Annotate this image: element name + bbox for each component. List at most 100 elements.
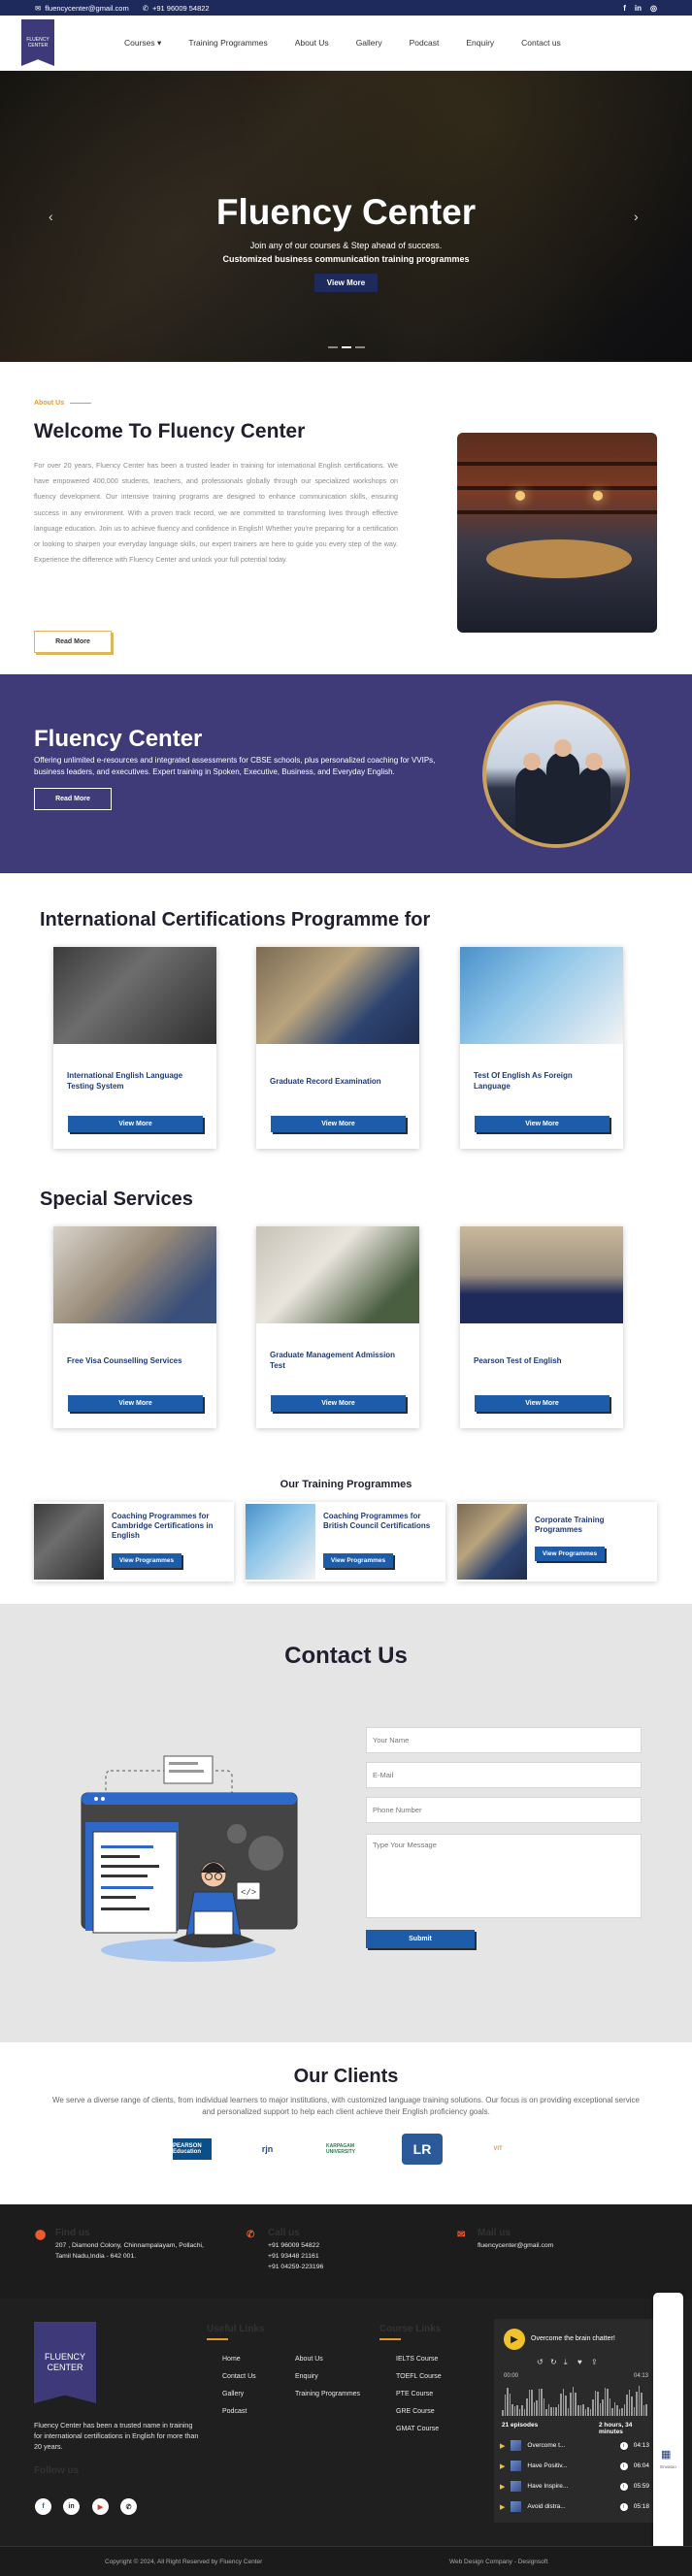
waveform[interactable] xyxy=(502,2385,647,2416)
episode-item[interactable]: ▶ Overcome t... i 04:13 xyxy=(500,2437,649,2454)
view-more-button[interactable]: View More xyxy=(271,1116,406,1132)
footer-link-podcast[interactable]: Podcast xyxy=(222,2408,247,2415)
waveform-bar xyxy=(641,2393,643,2416)
view-more-button[interactable]: View More xyxy=(68,1395,203,1412)
facebook-icon[interactable]: f xyxy=(623,4,626,13)
linkedin-icon[interactable]: in xyxy=(635,4,642,13)
info-icon[interactable]: i xyxy=(619,2482,628,2491)
chevron-left-icon[interactable]: ‹ xyxy=(49,209,53,224)
footer-link-ielts[interactable]: IELTS Course xyxy=(396,2356,438,2363)
facebook-icon[interactable]: f xyxy=(35,2498,51,2515)
play-icon[interactable]: ▶ xyxy=(504,2329,525,2350)
library-image xyxy=(457,433,657,633)
waveform-bar xyxy=(582,2403,584,2416)
call-us-phone3[interactable]: +91 04259-223196 xyxy=(268,2262,323,2272)
nav-item-training[interactable]: Training Programmes xyxy=(188,38,267,49)
carousel-dot[interactable] xyxy=(355,346,365,348)
view-programmes-button[interactable]: View Programmes xyxy=(323,1553,393,1568)
footer-link-gre[interactable]: GRE Course xyxy=(396,2408,435,2415)
view-more-button[interactable]: View More xyxy=(68,1116,203,1132)
band-read-more-button[interactable]: Read More xyxy=(34,788,112,810)
footer-link-toefl[interactable]: TOEFL Course xyxy=(396,2373,442,2380)
carousel-dot[interactable] xyxy=(328,346,338,348)
email-input[interactable] xyxy=(366,1762,642,1788)
episode-name: Have Positiv... xyxy=(527,2462,568,2469)
podcast-player: ▶ Overcome the brain chatter! ↺ ↻ ⤓ ♥ ⇪ … xyxy=(494,2319,655,2523)
waveform-bar xyxy=(567,2408,570,2416)
view-programmes-button[interactable]: View Programmes xyxy=(112,1553,181,1568)
rewind-icon[interactable]: ↺ xyxy=(537,2358,544,2366)
british-council-image xyxy=(246,1504,315,1580)
whatsapp-icon[interactable]: ✆ xyxy=(120,2498,137,2515)
forward-icon[interactable]: ↻ xyxy=(550,2358,557,2366)
nav-item-courses[interactable]: Courses ▾ xyxy=(124,38,161,49)
waveform-bar xyxy=(572,2386,575,2416)
play-icon: ▶ xyxy=(500,2503,506,2511)
info-icon[interactable]: i xyxy=(619,2441,628,2450)
episode-item[interactable]: ▶ Have Inspire... i 05:59 xyxy=(500,2478,649,2494)
view-more-button[interactable]: View More xyxy=(475,1116,610,1132)
share-icon[interactable]: ⇪ xyxy=(591,2358,598,2366)
footer-link-home[interactable]: Home xyxy=(222,2356,241,2363)
footer-link-enquiry[interactable]: Enquiry xyxy=(295,2373,318,2380)
phone-input[interactable] xyxy=(366,1797,642,1823)
waveform-bar xyxy=(513,2406,516,2416)
call-us-phone2[interactable]: +91 93448 21161 xyxy=(268,2251,323,2262)
linkedin-icon[interactable]: in xyxy=(63,2498,80,2515)
episode-item[interactable]: ▶ Have Positiv... i 06:04 xyxy=(500,2458,649,2474)
instagram-icon[interactable]: ◎ xyxy=(650,4,657,13)
carousel-dot-active[interactable] xyxy=(342,346,351,348)
logo[interactable]: FLUENCY CENTER xyxy=(21,19,54,66)
episode-item[interactable]: ▶ Avoid distra... i 05:18 xyxy=(500,2498,649,2515)
footer-link-training[interactable]: Training Programmes xyxy=(295,2391,360,2397)
waveform-bar xyxy=(643,2405,645,2416)
top-email[interactable]: ✉ fluencycenter@gmail.com xyxy=(35,4,129,13)
corporate-image xyxy=(457,1504,527,1580)
footer-link-gallery[interactable]: Gallery xyxy=(222,2391,244,2397)
rjn-logo: rjn xyxy=(261,2144,274,2154)
pte-image xyxy=(460,1226,623,1323)
waveform-bar xyxy=(504,2394,507,2416)
view-programmes-button[interactable]: View Programmes xyxy=(535,1547,605,1561)
about-read-more-button[interactable]: Read More xyxy=(34,631,112,653)
footer-link-gmat[interactable]: GMAT Course xyxy=(396,2426,439,2432)
footer-logo[interactable]: FLUENCY CENTER xyxy=(34,2322,96,2403)
caret-down-icon: ▾ xyxy=(157,37,162,48)
nav-item-contact[interactable]: Contact us xyxy=(521,38,561,49)
nav-item-podcast[interactable]: Podcast xyxy=(410,38,440,49)
footer-link-about[interactable]: About Us xyxy=(295,2356,323,2363)
waveform-bar xyxy=(550,2406,552,2416)
top-social: f in ◎ xyxy=(623,4,657,13)
like-icon[interactable]: ♥ xyxy=(577,2358,582,2366)
toefl-image xyxy=(460,947,623,1044)
mail-icon: ✉ xyxy=(35,3,42,13)
message-input[interactable] xyxy=(366,1834,642,1918)
about-title: Welcome To Fluency Center xyxy=(34,420,306,442)
nav-item-enquiry[interactable]: Enquiry xyxy=(466,38,494,49)
side-widget[interactable]: ▦ Envatoo xyxy=(653,2293,683,2560)
footer-link-pte[interactable]: PTE Course xyxy=(396,2391,433,2397)
top-phone[interactable]: ✆ +91 96009 54822 xyxy=(143,4,210,13)
call-us-phone1[interactable]: +91 96009 54822 xyxy=(268,2240,323,2251)
view-more-button[interactable]: View More xyxy=(271,1395,406,1412)
nav-item-about[interactable]: About Us xyxy=(295,38,329,49)
hero-view-more-button[interactable]: View More xyxy=(313,274,379,292)
card-title: Pearson Test of English xyxy=(474,1355,562,1365)
mail-us-email[interactable]: fluencycenter@gmail.com xyxy=(478,2240,553,2251)
footer-link-contact[interactable]: Contact Us xyxy=(222,2373,256,2380)
developer-illustration: </> xyxy=(81,1755,298,1962)
training-card-title: Coaching Programmes for British Council … xyxy=(323,1512,431,1530)
youtube-icon[interactable]: ▶ xyxy=(92,2498,109,2515)
chevron-right-icon[interactable]: › xyxy=(634,209,639,224)
name-input[interactable] xyxy=(366,1727,642,1753)
view-more-button[interactable]: View More xyxy=(475,1395,610,1412)
design-credit[interactable]: Web Design Company - Designsoft xyxy=(449,2559,547,2565)
mail-icon: ✉ xyxy=(457,2230,466,2240)
episode-thumbnail xyxy=(511,2461,522,2471)
info-icon[interactable]: i xyxy=(619,2502,628,2511)
info-icon[interactable]: i xyxy=(619,2462,628,2470)
nav-item-gallery[interactable]: Gallery xyxy=(356,38,382,49)
download-icon[interactable]: ⤓ xyxy=(564,2358,568,2367)
waveform-bar xyxy=(531,2390,533,2416)
submit-button[interactable]: Submit xyxy=(366,1930,475,1948)
